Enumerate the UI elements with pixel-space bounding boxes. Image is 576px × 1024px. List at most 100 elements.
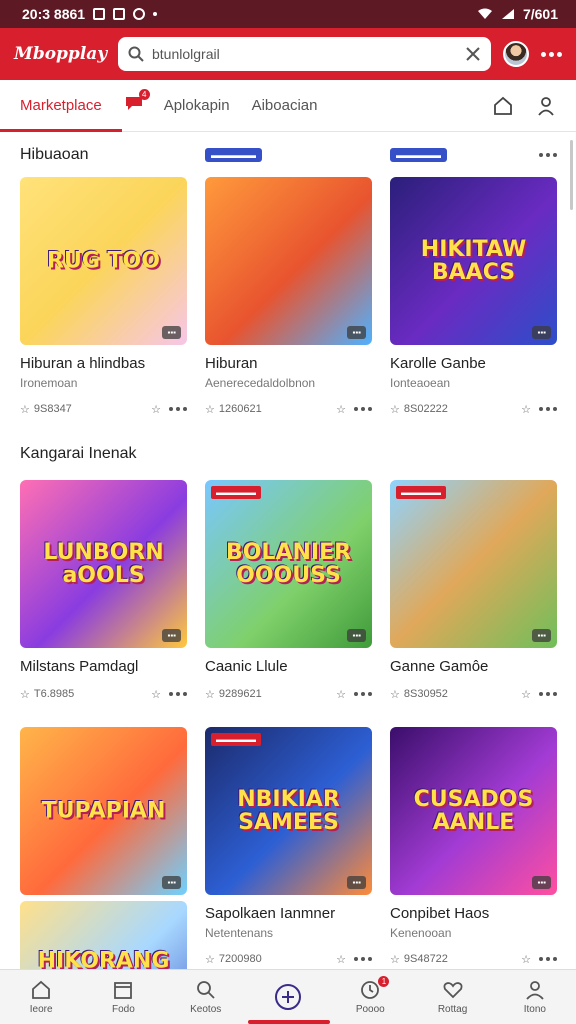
nav-activity[interactable]: 1 Poooo	[329, 970, 411, 1024]
card-more-icon[interactable]	[539, 407, 557, 411]
star-icon: ☆	[20, 688, 30, 701]
card-more-icon[interactable]	[354, 957, 372, 961]
battery-text: 7/601	[522, 6, 558, 22]
card-more-icon[interactable]	[539, 692, 557, 696]
search-input[interactable]: btunlolgrail	[118, 37, 491, 71]
card-more-icon[interactable]	[169, 407, 187, 411]
card-title[interactable]: Hiburan	[205, 355, 372, 372]
card-meta: ☆ 8S02222 ☆	[390, 400, 557, 418]
rating-count: 7200980	[218, 953, 262, 965]
game-thumbnail[interactable]: CUSADOS AANLE ▪▪▪	[390, 727, 557, 895]
favorite-icon[interactable]: ☆	[336, 953, 346, 966]
favorite-icon[interactable]: ☆	[151, 403, 161, 416]
search-value[interactable]: btunlolgrail	[152, 46, 457, 62]
card-more-icon[interactable]	[354, 407, 372, 411]
game-thumbnail[interactable]: RUG TOO ▪▪▪	[20, 177, 187, 345]
thumbnail-tag: ▪▪▪	[162, 326, 181, 339]
favorite-icon[interactable]: ☆	[521, 953, 531, 966]
nav-fodo[interactable]: Fodo	[82, 970, 164, 1024]
card-title[interactable]: Hiburan a hlindbas	[20, 355, 187, 372]
game-art-text: RUG TOO	[47, 248, 160, 274]
search-icon	[128, 46, 144, 62]
thumbnail-tag: ▪▪▪	[532, 629, 551, 642]
game-card[interactable]: HIKITAW BAACS ▪▪▪ Karolle Ganbe Ionteaoe…	[390, 177, 557, 418]
thumbnail-tag: ▪▪▪	[347, 326, 366, 339]
card-column: TUPAPIAN ▪▪▪ HIKORANG	[20, 727, 187, 969]
card-subtitle: Aenerecedaldolbnon	[205, 376, 316, 390]
tab-aplokapin[interactable]: Aplokapin	[164, 80, 230, 131]
favorite-icon[interactable]: ☆	[521, 688, 531, 701]
card-title[interactable]: Sapolkaen Ianmner	[205, 905, 372, 922]
profile-icon[interactable]	[536, 95, 556, 117]
card-title[interactable]: Karolle Ganbe	[390, 355, 557, 372]
home-icon	[32, 980, 51, 999]
game-card[interactable]: ▪▪▪ Hiburan Aenerecedaldolbnon ☆ 1260621 …	[205, 177, 372, 418]
card-meta: ☆ 7200980 ☆	[205, 950, 372, 968]
category-pill[interactable]: ▬▬▬▬▬	[205, 148, 262, 162]
plus-circle-icon	[274, 984, 301, 1010]
more-options-icon[interactable]	[541, 51, 562, 57]
nav-home[interactable]: Ieore	[0, 970, 82, 1024]
game-card[interactable]: RUG TOO ▪▪▪ Hiburan a hlindbas Ironemoan…	[20, 177, 187, 418]
star-icon: ☆	[390, 688, 400, 701]
nav-favorites[interactable]: Rottag	[411, 970, 493, 1024]
game-thumbnail[interactable]: HIKITAW BAACS ▪▪▪	[390, 177, 557, 345]
brand-logo[interactable]: Mbopplay	[14, 44, 107, 64]
favorite-icon[interactable]: ☆	[336, 688, 346, 701]
game-thumbnail[interactable]: NBIKIAR SAMEES ▬▬▬▬▬ ▪▪▪	[205, 727, 372, 895]
card-more-icon[interactable]	[354, 692, 372, 696]
tab-marketplace[interactable]: Marketplace	[0, 80, 122, 132]
card-title[interactable]: Ganne Gamôe	[390, 658, 557, 675]
nav-profile[interactable]: Itono	[494, 970, 576, 1024]
game-thumbnail[interactable]: LUNBORN aOOLS ▪▪▪	[20, 480, 187, 648]
favorite-icon[interactable]: ☆	[521, 403, 531, 416]
scrollbar[interactable]	[570, 140, 573, 210]
game-thumbnail[interactable]: BOLANIER OOOUSS ▬▬▬▬▬ ▪▪▪	[205, 480, 372, 648]
rating-count: T6.8985	[33, 688, 75, 700]
nav-label: Keotos	[190, 1004, 222, 1015]
game-card[interactable]: NBIKIAR SAMEES ▬▬▬▬▬ ▪▪▪ Sapolkaen Ianmn…	[205, 727, 372, 969]
nav-create[interactable]	[247, 970, 329, 1024]
card-meta: ☆ 1260621 ☆	[205, 400, 372, 418]
status-time: 20:3 8861	[22, 6, 86, 22]
app-header: Mbopplay btunlolgrail	[0, 28, 576, 80]
game-card[interactable]: BOLANIER OOOUSS ▬▬▬▬▬ ▪▪▪ Caanic Llule ☆…	[205, 480, 372, 703]
chat-button[interactable]: 4	[124, 89, 150, 116]
star-icon: ☆	[205, 403, 215, 416]
section-more-icon[interactable]	[539, 153, 557, 157]
avatar[interactable]	[503, 41, 529, 67]
card-more-icon[interactable]	[539, 957, 557, 961]
game-thumbnail[interactable]: ▬▬▬▬▬ ▪▪▪	[390, 480, 557, 648]
clear-icon[interactable]	[465, 46, 481, 62]
game-card[interactable]: ▬▬▬▬▬ ▪▪▪ Ganne Gamôe ☆ 8S30952 ☆	[390, 480, 557, 703]
category-pill[interactable]: ▬▬▬▬▬	[390, 148, 447, 162]
favorite-icon[interactable]: ☆	[336, 403, 346, 416]
nav-search[interactable]: Keotos	[165, 970, 247, 1024]
card-title[interactable]: Milstans Pamdagl	[20, 658, 187, 675]
thumbnail-tag: ▪▪▪	[532, 326, 551, 339]
favorite-icon[interactable]: ☆	[151, 688, 161, 701]
app-icon	[113, 8, 126, 20]
game-thumbnail[interactable]: HIKORANG	[20, 901, 187, 969]
home-icon[interactable]	[492, 95, 514, 117]
game-card[interactable]: LUNBORN aOOLS ▪▪▪ Milstans Pamdagl ☆ T6.8…	[20, 480, 187, 703]
notification-icon	[93, 8, 106, 20]
game-thumbnail[interactable]: TUPAPIAN ▪▪▪	[20, 727, 187, 895]
card-title[interactable]: Caanic Llule	[205, 658, 372, 675]
ribbon-badge: ▬▬▬▬▬	[211, 486, 261, 499]
tab-aiboacian[interactable]: Aiboacian	[252, 80, 318, 131]
game-art-text: BOLANIER OOOUSS	[225, 539, 352, 588]
game-card[interactable]: CUSADOS AANLE ▪▪▪ Conpibet Haos Kenenooa…	[390, 727, 557, 969]
game-card[interactable]: TUPAPIAN ▪▪▪	[20, 727, 187, 895]
card-meta: ☆ 9S8347 ☆	[20, 400, 187, 418]
card-more-icon[interactable]	[169, 692, 187, 696]
card-title[interactable]: Conpibet Haos	[390, 905, 557, 922]
card-meta: ☆ 8S30952 ☆	[390, 685, 557, 703]
card-subtitle: Netentenans	[205, 926, 274, 940]
card-grid: TUPAPIAN ▪▪▪ HIKORANG NBIKIAR SAMEES ▬▬▬…	[20, 727, 557, 969]
game-thumbnail[interactable]: ▪▪▪	[205, 177, 372, 345]
section-title: Kangarai Inenak	[20, 445, 137, 462]
card-meta: ☆ T6.8985 ☆	[20, 685, 187, 703]
nav-label: Poooo	[355, 1004, 385, 1015]
rating-count: 9S48722	[403, 953, 448, 965]
